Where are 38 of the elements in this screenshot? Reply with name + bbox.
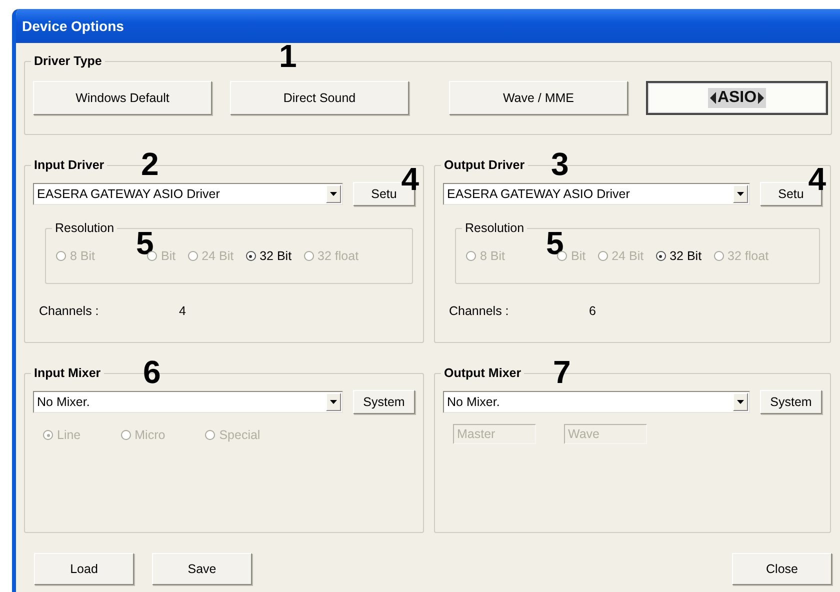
callout-number: 6 [143,356,161,388]
left-triangle-icon [710,92,716,104]
channels-value: 6 [589,304,596,318]
resolution-radio[interactable]: 32 Bit [656,249,702,263]
driver-dropdown[interactable]: EASERA GATEWAY ASIO Driver [33,183,343,205]
group-label: Input Driver [31,157,108,173]
callout-number: 3 [551,148,569,180]
driver-button[interactable]: Windows Default [33,81,212,115]
group-label: Driver Type [31,53,105,69]
dropdown-arrow-icon[interactable] [330,400,337,404]
system-button[interactable]: System [353,390,415,414]
driver-button[interactable]: Direct Sound [230,81,409,115]
asio-button[interactable]: ASIO [646,81,828,115]
dropdown-arrow-icon[interactable] [737,192,744,196]
driver-button[interactable]: Wave / MME [449,81,628,115]
group-label: Output Mixer [441,365,524,381]
system-button[interactable]: System [760,390,822,414]
resolution-radio[interactable]: 32 Bit [246,249,292,263]
channels-label: Channels : [449,304,510,318]
callout-number: 7 [553,356,571,388]
dropdown-arrow-icon[interactable] [330,192,337,196]
window-title: Device Options [22,18,124,34]
channels-value: 4 [179,304,186,318]
callout-number: 2 [141,148,159,180]
callout-number: 5 [546,227,564,259]
callout-number: 1 [279,40,297,72]
dialog-button[interactable]: Save [152,553,252,585]
group-label: Output Driver [441,157,528,173]
mixer-dropdown[interactable]: No Mixer. [33,391,343,413]
channels-label: Channels : [39,304,100,318]
mixer-dropdown[interactable]: No Mixer. [443,391,750,413]
dropdown-arrow-icon[interactable] [737,400,744,404]
dialog-button[interactable]: Load [34,553,134,585]
dialog-button[interactable]: Close [732,553,832,585]
group-label: Input Mixer [31,365,104,381]
callout-number: 5 [136,227,154,259]
driver-dropdown[interactable]: EASERA GATEWAY ASIO Driver [443,183,750,205]
right-triangle-icon [758,92,764,104]
